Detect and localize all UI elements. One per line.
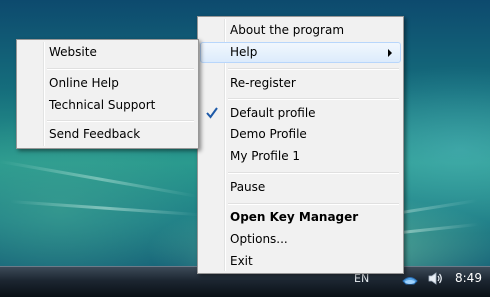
network-icon[interactable]	[401, 272, 419, 289]
menu-item-my-profile[interactable]: My Profile 1	[200, 146, 401, 167]
menu-item-label: Help	[230, 45, 258, 59]
menu-item-label: Default profile	[230, 106, 316, 120]
menu-item-demo-profile[interactable]: Demo Profile	[200, 124, 401, 145]
menu-item-label: Technical Support	[49, 98, 156, 112]
menu-separator	[228, 172, 399, 174]
submenu-arrow-icon	[388, 49, 392, 57]
menu-item-label: Online Help	[49, 76, 119, 90]
menu-item-about[interactable]: About the program	[200, 20, 401, 41]
menu-item-label: Website	[49, 45, 97, 59]
menu-separator	[228, 68, 399, 70]
menu-item-label: Pause	[230, 180, 266, 194]
menu-item-options[interactable]: Options...	[200, 229, 401, 250]
menu-item-pause[interactable]: Pause	[200, 177, 401, 198]
menu-item-exit[interactable]: Exit	[200, 251, 401, 272]
menu-item-label: Open Key Manager	[230, 210, 359, 224]
menu-item-label: Send Feedback	[49, 127, 141, 141]
clock-time[interactable]: 8:49	[455, 271, 482, 285]
checkmark-icon	[206, 107, 218, 122]
menu-item-send-feedback[interactable]: Send Feedback	[19, 124, 196, 145]
menu-separator	[47, 120, 194, 122]
menu-item-online-help[interactable]: Online Help	[19, 73, 196, 94]
menu-separator	[47, 68, 194, 70]
menu-item-label: Options...	[230, 232, 288, 246]
context-menu: About the program Help Re-register Defau…	[197, 16, 404, 274]
help-submenu: Website Online Help Technical Support Se…	[16, 39, 199, 149]
menu-separator	[228, 203, 399, 205]
menu-item-reregister[interactable]: Re-register	[200, 73, 401, 94]
menu-item-label: About the program	[230, 23, 345, 37]
menu-item-key-manager[interactable]: Open Key Manager	[200, 207, 401, 228]
menu-item-label: Demo Profile	[230, 127, 307, 141]
menu-item-technical-support[interactable]: Technical Support	[19, 95, 196, 116]
volume-icon[interactable]	[427, 271, 443, 289]
menu-item-default-profile[interactable]: Default profile	[200, 103, 401, 124]
wallpaper-streak	[9, 200, 200, 217]
menu-separator	[228, 98, 399, 100]
menu-item-label: Re-register	[230, 76, 296, 90]
wallpaper-streak	[0, 160, 198, 198]
menu-item-label: Exit	[230, 254, 253, 268]
menu-item-help[interactable]: Help	[200, 42, 401, 63]
menu-item-website[interactable]: Website	[19, 42, 196, 63]
menu-item-label: My Profile 1	[230, 149, 301, 163]
